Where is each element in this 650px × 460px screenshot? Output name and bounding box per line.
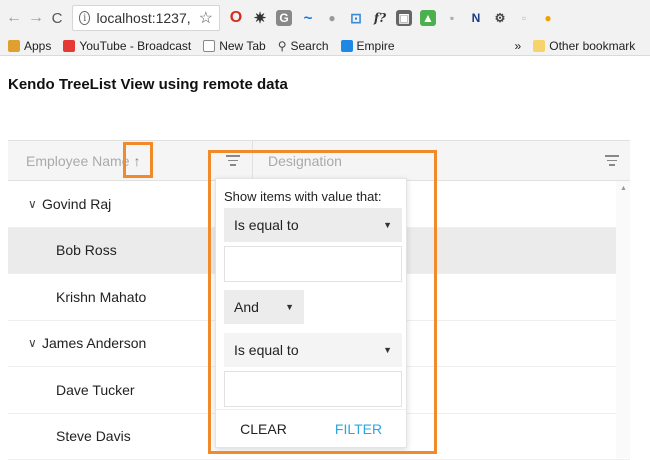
circle-extension-icon[interactable]: ● — [324, 10, 340, 26]
highlight-box-filter — [208, 150, 437, 454]
bookmarks-bar: Apps YouTube - Broadcast New Tab ⚲ Searc… — [0, 36, 650, 56]
vertical-scrollbar[interactable]: ▲ — [616, 181, 630, 458]
colorful-extension-icon[interactable]: ▲ — [420, 10, 436, 26]
chevron-down-icon[interactable]: ∨ — [28, 197, 42, 211]
formula-extension-icon[interactable]: f? — [372, 10, 388, 26]
bookmark-youtube[interactable]: YouTube - Broadcast — [63, 39, 191, 53]
bookmark-label: Empire — [357, 39, 395, 53]
apps-grid-icon — [8, 40, 20, 52]
filter-icon[interactable] — [604, 155, 620, 167]
info-icon[interactable]: i — [79, 11, 90, 25]
folder-icon — [533, 40, 545, 52]
bookmark-new-tab[interactable]: New Tab — [203, 39, 265, 53]
chevron-down-icon[interactable]: ∨ — [28, 336, 42, 350]
empire-icon — [341, 40, 353, 52]
bookmark-star-icon[interactable]: ☆ — [199, 8, 213, 28]
forward-icon[interactable]: → — [28, 9, 42, 27]
page-icon — [203, 40, 215, 52]
bookmark-label: New Tab — [219, 39, 265, 53]
bookmark-label: YouTube - Broadcast — [79, 39, 191, 53]
reload-icon[interactable]: C — [50, 10, 64, 27]
page-title: Kendo TreeList View using remote data — [8, 76, 288, 93]
wave-extension-icon[interactable]: ~ — [300, 10, 316, 26]
youtube-icon — [63, 40, 75, 52]
box-extension-icon[interactable]: ▣ — [396, 10, 412, 26]
row-name: Steve Davis — [56, 428, 131, 444]
column-label: Employee Name — [26, 153, 130, 169]
grey-extension-icon[interactable]: ▫ — [516, 10, 532, 26]
flag-extension-icon[interactable]: ▪ — [444, 10, 460, 26]
row-name: James Anderson — [42, 335, 146, 351]
bookmark-label: Other bookmark — [549, 39, 635, 53]
scroll-up-icon[interactable]: ▲ — [620, 185, 627, 192]
address-bar[interactable]: i localhost:1237, ☆ — [72, 5, 220, 31]
more-bookmarks-chevron[interactable]: » — [515, 39, 522, 53]
row-name: Bob Ross — [56, 242, 117, 258]
url-text: localhost:1237, — [96, 10, 190, 26]
bookmark-label: Search — [291, 39, 329, 53]
bookmark-other[interactable]: Other bookmark — [533, 39, 635, 53]
orange-extension-icon[interactable]: ● — [540, 10, 556, 26]
opera-extension-icon[interactable]: O — [228, 10, 244, 26]
gear-extension-icon[interactable]: ⚙ — [492, 10, 508, 26]
bookmark-label: Apps — [24, 39, 51, 53]
back-icon[interactable]: ← — [6, 9, 20, 27]
screen-extension-icon[interactable]: ⊡ — [348, 10, 364, 26]
bookmark-apps[interactable]: Apps — [8, 39, 51, 53]
row-name: Krishn Mahato — [56, 289, 146, 305]
highlight-box-sort — [123, 142, 153, 178]
bookmark-empire[interactable]: Empire — [341, 39, 395, 53]
bug-extension-icon[interactable]: ✷ — [252, 10, 268, 26]
search-icon: ⚲ — [278, 39, 287, 53]
browser-toolbar: ← → C i localhost:1237, ☆ O ✷ G ~ ● ⊡ f?… — [0, 0, 650, 36]
g-extension-icon[interactable]: G — [276, 10, 292, 26]
row-name: Govind Raj — [42, 196, 111, 212]
bookmark-search[interactable]: ⚲ Search — [278, 39, 329, 53]
n-extension-icon[interactable]: N — [468, 10, 484, 26]
row-name: Dave Tucker — [56, 382, 135, 398]
